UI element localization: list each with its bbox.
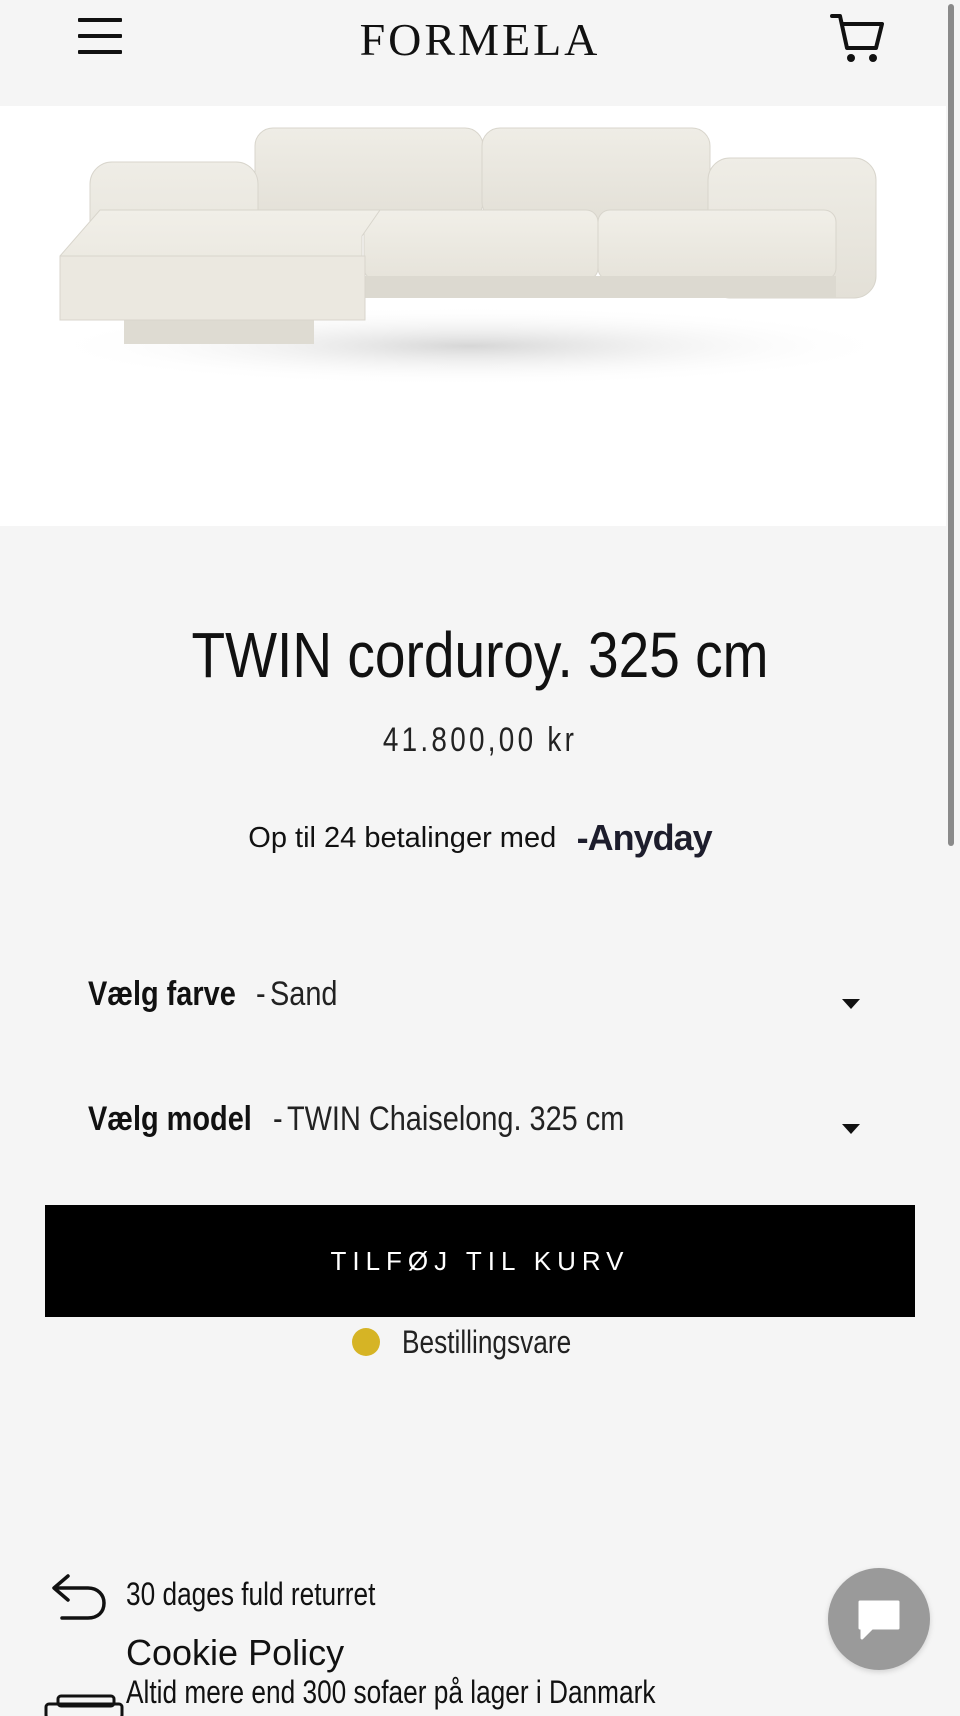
- sofa-icon: [44, 1694, 124, 1716]
- return-arrow-icon: [52, 1574, 106, 1620]
- availability-text: Bestillingsvare: [401, 1324, 572, 1360]
- status-dot-icon: [351, 1328, 380, 1356]
- model-select-value: TWIN Chaiselong. 325 cm: [286, 1100, 625, 1138]
- hamburger-menu-icon[interactable]: [78, 18, 122, 58]
- chevron-down-icon: [842, 999, 860, 1009]
- model-select-separator: -: [273, 1100, 283, 1138]
- site-header: FORMELA: [0, 0, 946, 106]
- product-image[interactable]: [0, 106, 946, 526]
- color-select-separator: -: [256, 975, 266, 1013]
- color-select-value: Sand: [270, 975, 338, 1013]
- add-to-cart-button[interactable]: TILFØJ TIL KURV: [45, 1205, 915, 1317]
- color-select[interactable]: Vælg farve - Sand: [88, 975, 878, 1035]
- brand-logo[interactable]: FORMELA: [300, 10, 660, 70]
- chevron-down-icon: [842, 1124, 860, 1134]
- stock-text: Altid mere end 300 sofaer på lager i Dan…: [126, 1674, 656, 1710]
- sofa-illustration: [40, 127, 900, 386]
- cookie-policy-link[interactable]: Cookie Policy: [126, 1632, 344, 1674]
- model-select-label: Vælg model: [88, 1100, 252, 1138]
- availability-status: Bestillingsvare: [0, 1320, 960, 1364]
- cart-icon[interactable]: [830, 10, 886, 66]
- chat-bubble-icon: [858, 1600, 900, 1640]
- financing-info[interactable]: Op til 24 betalinger med -Anyday: [0, 815, 960, 861]
- product-price: 41.800,00 kr: [382, 721, 578, 759]
- financing-text: Op til 24 betalinger med: [248, 822, 557, 854]
- chat-button[interactable]: [828, 1568, 930, 1670]
- stock-feature: Altid mere end 300 sofaer på lager i Dan…: [44, 1668, 744, 1716]
- model-select[interactable]: Vælg model - TWIN Chaiselong. 325 cm: [88, 1100, 878, 1160]
- anyday-logo: -Anyday: [576, 817, 713, 858]
- color-select-label: Vælg farve: [88, 975, 236, 1013]
- returns-feature: 30 dages fuld returret: [50, 1570, 550, 1626]
- product-title: TWIN corduroy. 325 cm: [191, 619, 769, 691]
- returns-text: 30 dages fuld returret: [126, 1576, 376, 1612]
- scrollbar-thumb[interactable]: [948, 4, 954, 846]
